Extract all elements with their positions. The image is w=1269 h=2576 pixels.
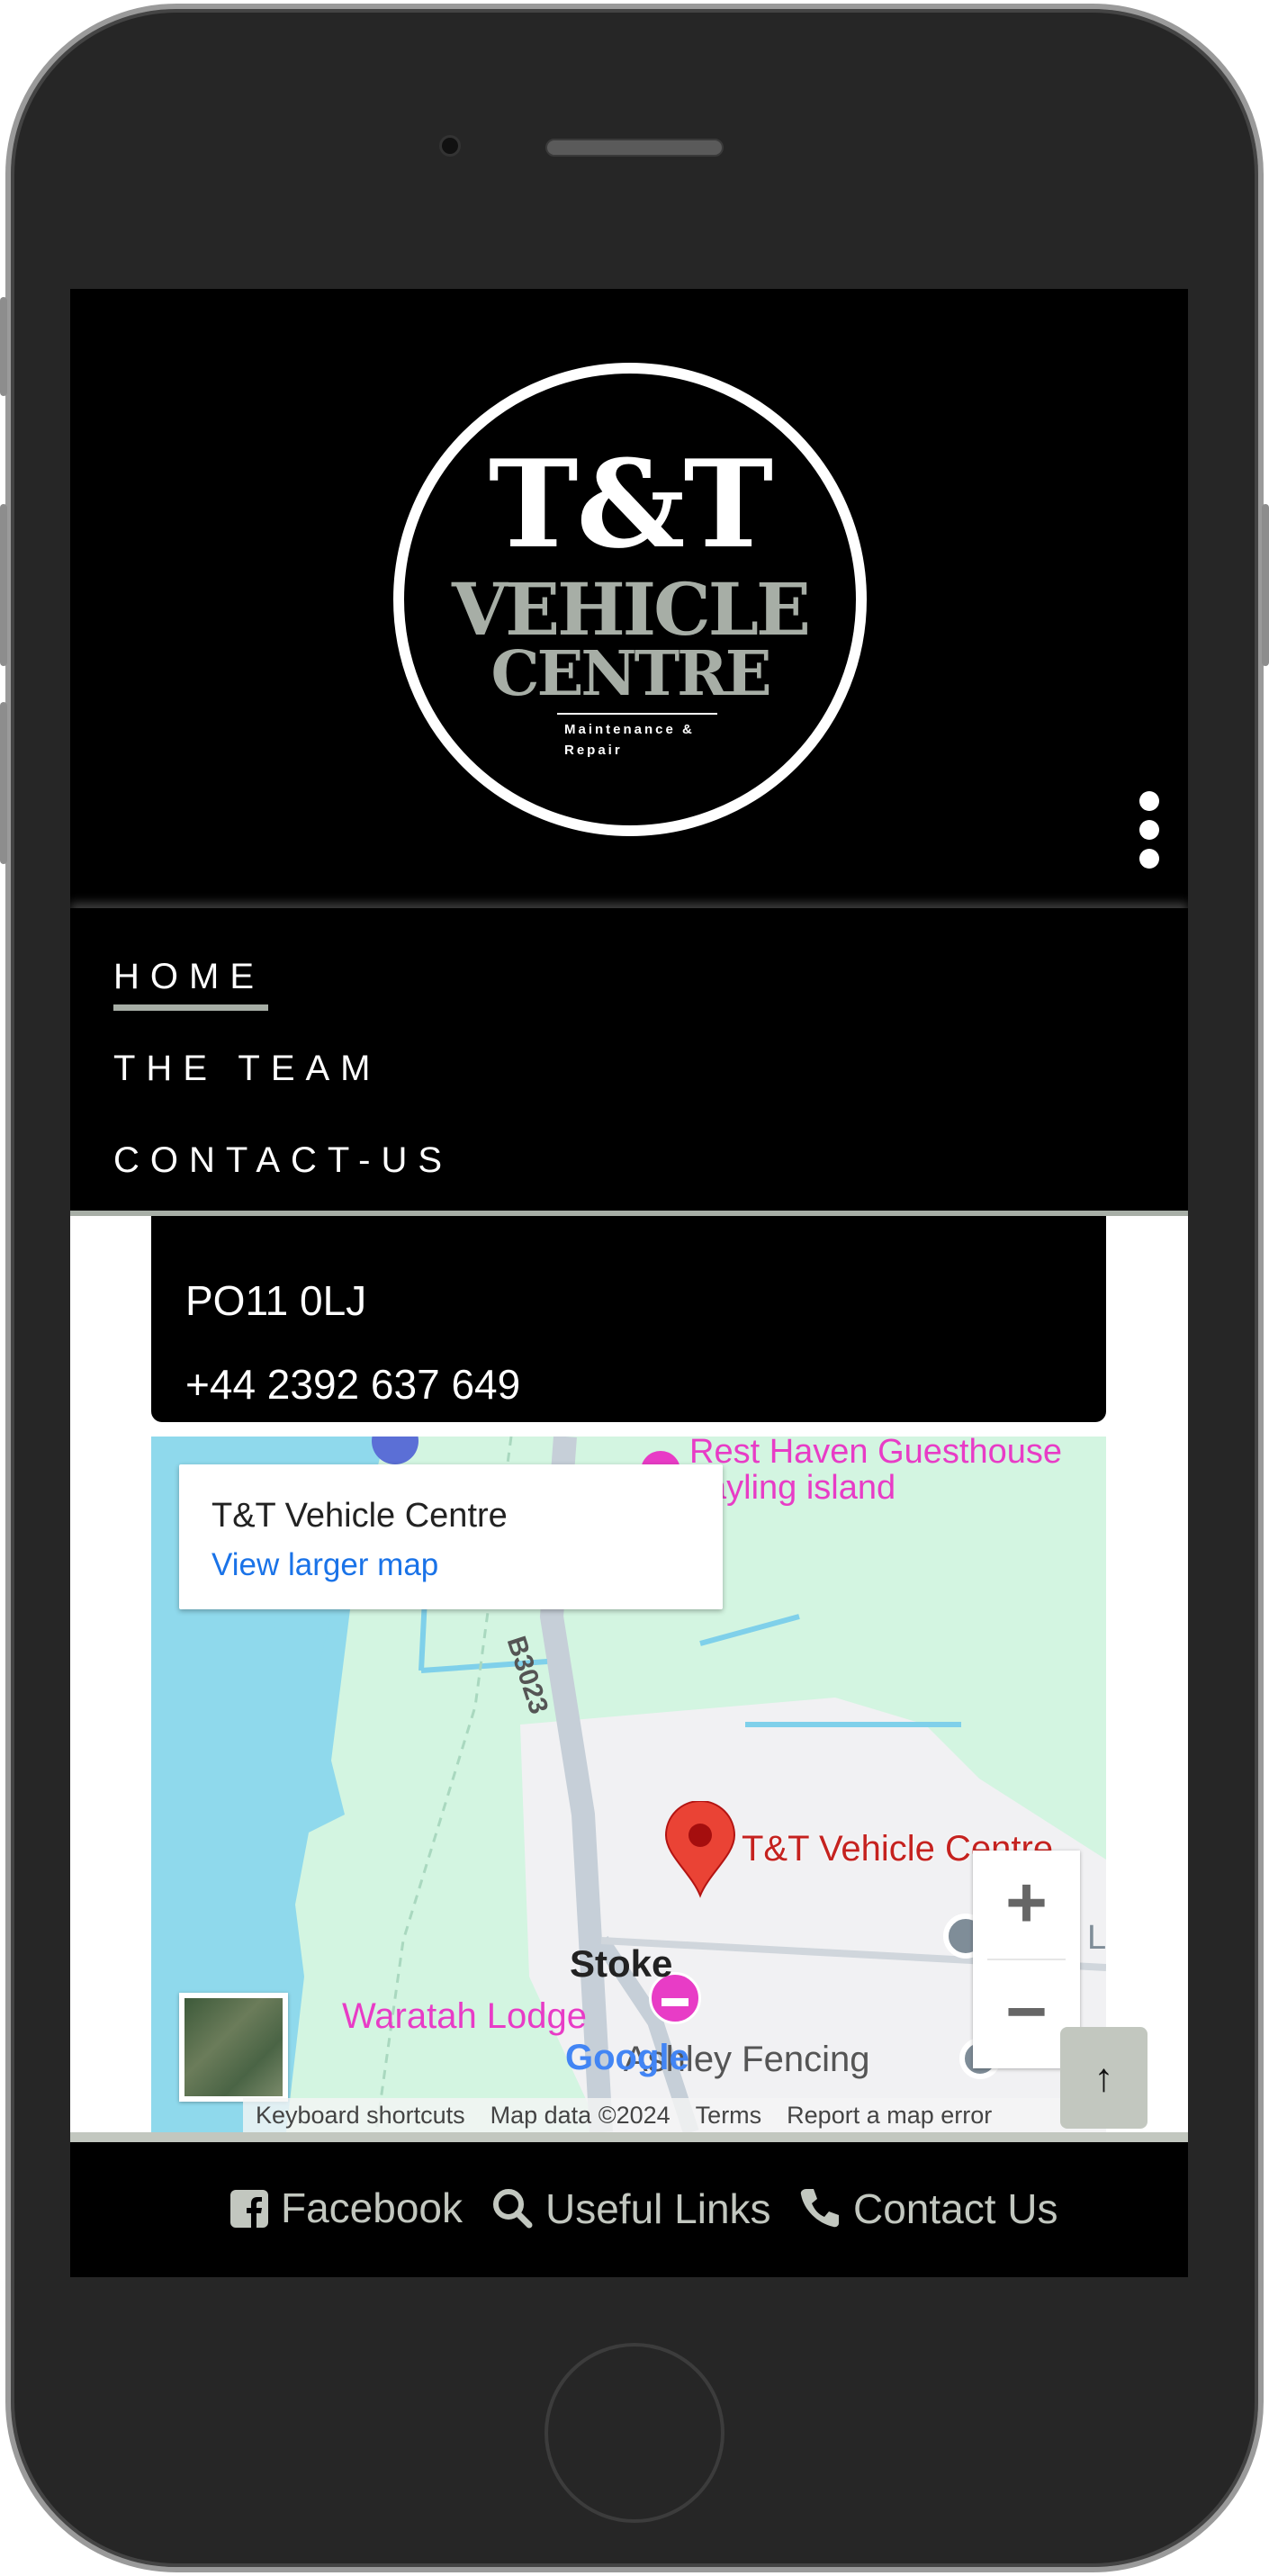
map-place-title: T&T Vehicle Centre xyxy=(212,1497,508,1535)
earpiece-speaker xyxy=(545,139,724,157)
phone-power-button xyxy=(1262,504,1269,666)
phone-mute-switch xyxy=(0,297,7,396)
phone-number[interactable]: +44 2392 637 649 xyxy=(185,1364,520,1405)
nav-item-the-team[interactable]: THE TEAM xyxy=(113,1050,382,1086)
footer-facebook-label: Facebook xyxy=(281,2184,464,2231)
menu-toggle-button[interactable] xyxy=(1139,791,1161,878)
footer-contact-us-link[interactable]: Contact Us xyxy=(799,2187,1058,2229)
google-map[interactable]: Rest Haven Guesthouse ayling island B302… xyxy=(151,1437,1106,2132)
logo-line1: T&T xyxy=(488,433,773,575)
logo-rule xyxy=(557,713,717,715)
partial-place-label-2: L xyxy=(1087,1919,1106,1957)
site-header: T&T VEHICLE CENTRE Maintenance & Repair xyxy=(70,289,1188,908)
nav-item-home[interactable]: HOME xyxy=(113,959,268,1011)
poi-guesthouse-label[interactable]: Rest Haven Guesthouse xyxy=(689,1437,1062,1472)
map-place-card: T&T Vehicle Centre View larger map xyxy=(179,1464,723,1609)
view-larger-map-link[interactable]: View larger map xyxy=(212,1547,438,1583)
poi-lodge-label[interactable]: Waratah Lodge xyxy=(342,1996,587,2037)
search-icon xyxy=(493,2189,533,2229)
satellite-toggle[interactable] xyxy=(179,1993,288,2102)
logo-tagline: Maintenance & Repair xyxy=(564,722,695,758)
report-error-link[interactable]: Report a map error xyxy=(774,2098,1004,2132)
footer-facebook-link[interactable]: Facebook xyxy=(230,2187,463,2229)
footer-divider xyxy=(70,2132,1188,2142)
home-button[interactable] xyxy=(544,2343,724,2523)
google-logo: Google xyxy=(565,2038,689,2077)
facebook-icon xyxy=(230,2190,268,2228)
terms-link[interactable]: Terms xyxy=(683,2098,775,2132)
screen: T&T VEHICLE CENTRE Maintenance & Repair … xyxy=(70,289,1188,2277)
map-data-text: Map data ©2024 xyxy=(490,2102,670,2129)
map-pin-icon[interactable] xyxy=(664,1801,736,1900)
town-label: Stoke xyxy=(570,1942,673,1985)
logo-line3: CENTRE xyxy=(490,638,771,710)
main-nav: HOME THE TEAM CONTACT-US xyxy=(70,908,1188,1211)
contact-card: PO11 0LJ +44 2392 637 649 xyxy=(151,1216,1106,1422)
phone-volume-up xyxy=(0,504,7,666)
zoom-in-button[interactable]: + xyxy=(973,1851,1080,1959)
postcode: PO11 0LJ xyxy=(185,1277,367,1324)
nav-item-contact-us[interactable]: CONTACT-US xyxy=(113,1142,453,1178)
footer-useful-links-label: Useful Links xyxy=(545,2185,771,2232)
footer-useful-links-link[interactable]: Useful Links xyxy=(491,2187,771,2229)
footer-contact-us-label: Contact Us xyxy=(853,2185,1058,2232)
keyboard-shortcuts-link[interactable]: Keyboard shortcuts xyxy=(243,2098,478,2132)
back-to-top-button[interactable]: ↑ xyxy=(1060,2027,1148,2129)
map-attribution: Keyboard shortcuts Map data ©2024 Terms Rep… xyxy=(243,2098,1106,2132)
phone-volume-down xyxy=(0,702,7,864)
logo[interactable]: T&T VEHICLE CENTRE Maintenance & Repair xyxy=(393,363,867,836)
phone-icon xyxy=(800,2189,839,2228)
front-camera xyxy=(439,135,461,157)
logo-line2: VEHICLE xyxy=(452,567,811,652)
poi-guesthouse-label-2[interactable]: ayling island xyxy=(707,1469,896,1508)
site-footer: Facebook Useful Links Contact Us xyxy=(70,2142,1188,2277)
